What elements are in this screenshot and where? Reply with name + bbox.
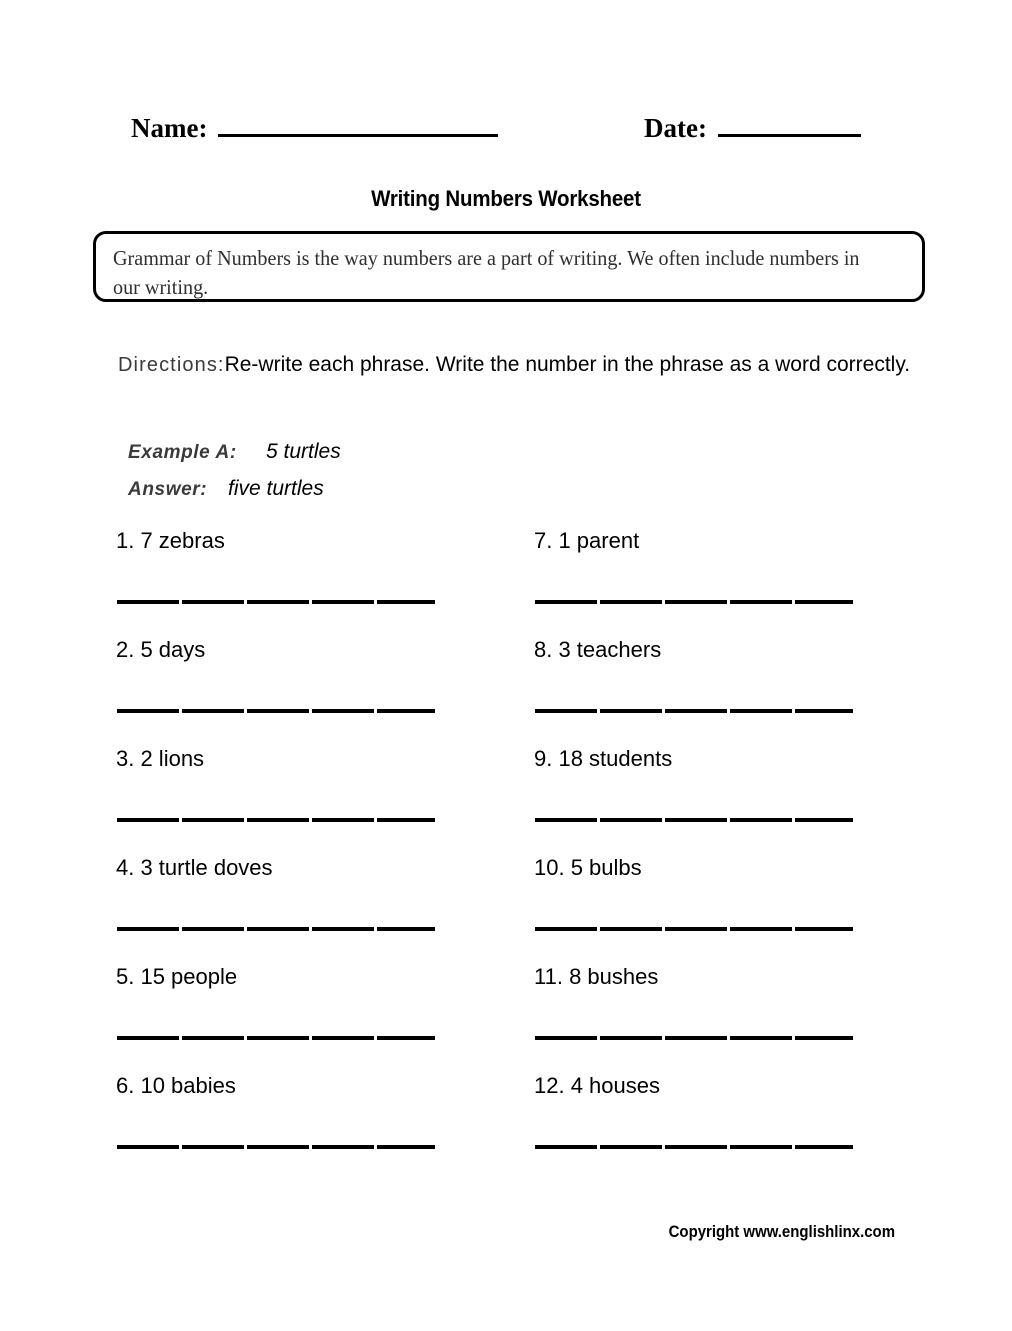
answer-row: Answer: five turtles xyxy=(128,477,341,514)
answer-rule[interactable] xyxy=(117,709,435,713)
name-input-rule[interactable] xyxy=(218,112,499,137)
question-text: 7. 1 parent xyxy=(534,528,640,553)
page-title: Writing Numbers Worksheet xyxy=(371,186,641,211)
answer-rule[interactable] xyxy=(117,927,435,931)
question-text: 12. 4 houses xyxy=(534,1073,660,1098)
question-item: 1. 7 zebras xyxy=(116,528,456,637)
question-item: 4. 3 turtle doves xyxy=(116,855,456,964)
info-box-text: Grammar of Numbers is the way numbers ar… xyxy=(113,246,860,299)
question-text: 11. 8 bushes xyxy=(534,964,659,989)
date-field-group: Date: xyxy=(644,112,861,143)
question-item: 10. 5 bulbs xyxy=(534,855,874,964)
answer-value: five turtles xyxy=(228,477,324,500)
directions-text: Re-write each phrase. Write the number i… xyxy=(224,353,911,376)
info-box: Grammar of Numbers is the way numbers ar… xyxy=(93,231,925,302)
answer-rule[interactable] xyxy=(117,600,435,604)
answer-rule[interactable] xyxy=(535,927,853,931)
answer-rule[interactable] xyxy=(117,1145,435,1149)
answer-rule[interactable] xyxy=(535,818,853,822)
question-item: 12. 4 houses xyxy=(534,1073,874,1182)
question-item: 3. 2 lions xyxy=(116,746,456,855)
answer-rule[interactable] xyxy=(117,1036,435,1040)
questions-column-right: 7. 1 parent 8. 3 teachers 9. 18 students… xyxy=(534,528,874,1182)
question-text: 2. 5 days xyxy=(116,637,206,662)
example-row: Example A: 5 turtles xyxy=(128,440,341,477)
name-field-group: Name: xyxy=(131,112,499,143)
answer-label: Answer: xyxy=(128,479,208,500)
example-value: 5 turtles xyxy=(266,440,341,463)
copyright-notice: Copyright www.englishlinx.com xyxy=(668,1222,895,1241)
question-text: 8. 3 teachers xyxy=(534,637,662,662)
name-label: Name: xyxy=(131,113,208,143)
directions-block: Directions:Re-write each phrase. Write t… xyxy=(118,346,918,384)
example-block: Example A: 5 turtles Answer: five turtle… xyxy=(128,440,341,514)
question-text: 3. 2 lions xyxy=(116,746,205,771)
question-text: 4. 3 turtle doves xyxy=(116,855,273,880)
answer-rule[interactable] xyxy=(535,1145,853,1149)
question-item: 6. 10 babies xyxy=(116,1073,456,1182)
answer-rule[interactable] xyxy=(535,709,853,713)
question-text: 6. 10 babies xyxy=(116,1073,236,1098)
directions-label: Directions: xyxy=(118,354,225,376)
date-input-rule[interactable] xyxy=(717,112,861,137)
question-text: 5. 15 people xyxy=(116,964,238,989)
question-item: 11. 8 bushes xyxy=(534,964,874,1073)
questions-column-left: 1. 7 zebras 2. 5 days 3. 2 lions 4. 3 tu… xyxy=(116,528,456,1182)
worksheet-page: Name: Date: Writing Numbers Worksheet Gr… xyxy=(0,0,1012,1331)
date-label: Date: xyxy=(644,113,707,143)
answer-rule[interactable] xyxy=(117,818,435,822)
question-text: 9. 18 students xyxy=(534,746,673,771)
example-label: Example A: xyxy=(128,442,237,463)
question-text: 1. 7 zebras xyxy=(116,528,225,553)
answer-rule[interactable] xyxy=(535,1036,853,1040)
directions-paragraph: Directions:Re-write each phrase. Write t… xyxy=(118,346,918,384)
answer-rule[interactable] xyxy=(535,600,853,604)
question-item: 5. 15 people xyxy=(116,964,456,1073)
question-text: 10. 5 bulbs xyxy=(534,855,642,880)
question-item: 9. 18 students xyxy=(534,746,874,855)
question-item: 2. 5 days xyxy=(116,637,456,746)
header: Name: Date: xyxy=(0,112,1012,158)
question-item: 8. 3 teachers xyxy=(534,637,874,746)
question-item: 7. 1 parent xyxy=(534,528,874,637)
